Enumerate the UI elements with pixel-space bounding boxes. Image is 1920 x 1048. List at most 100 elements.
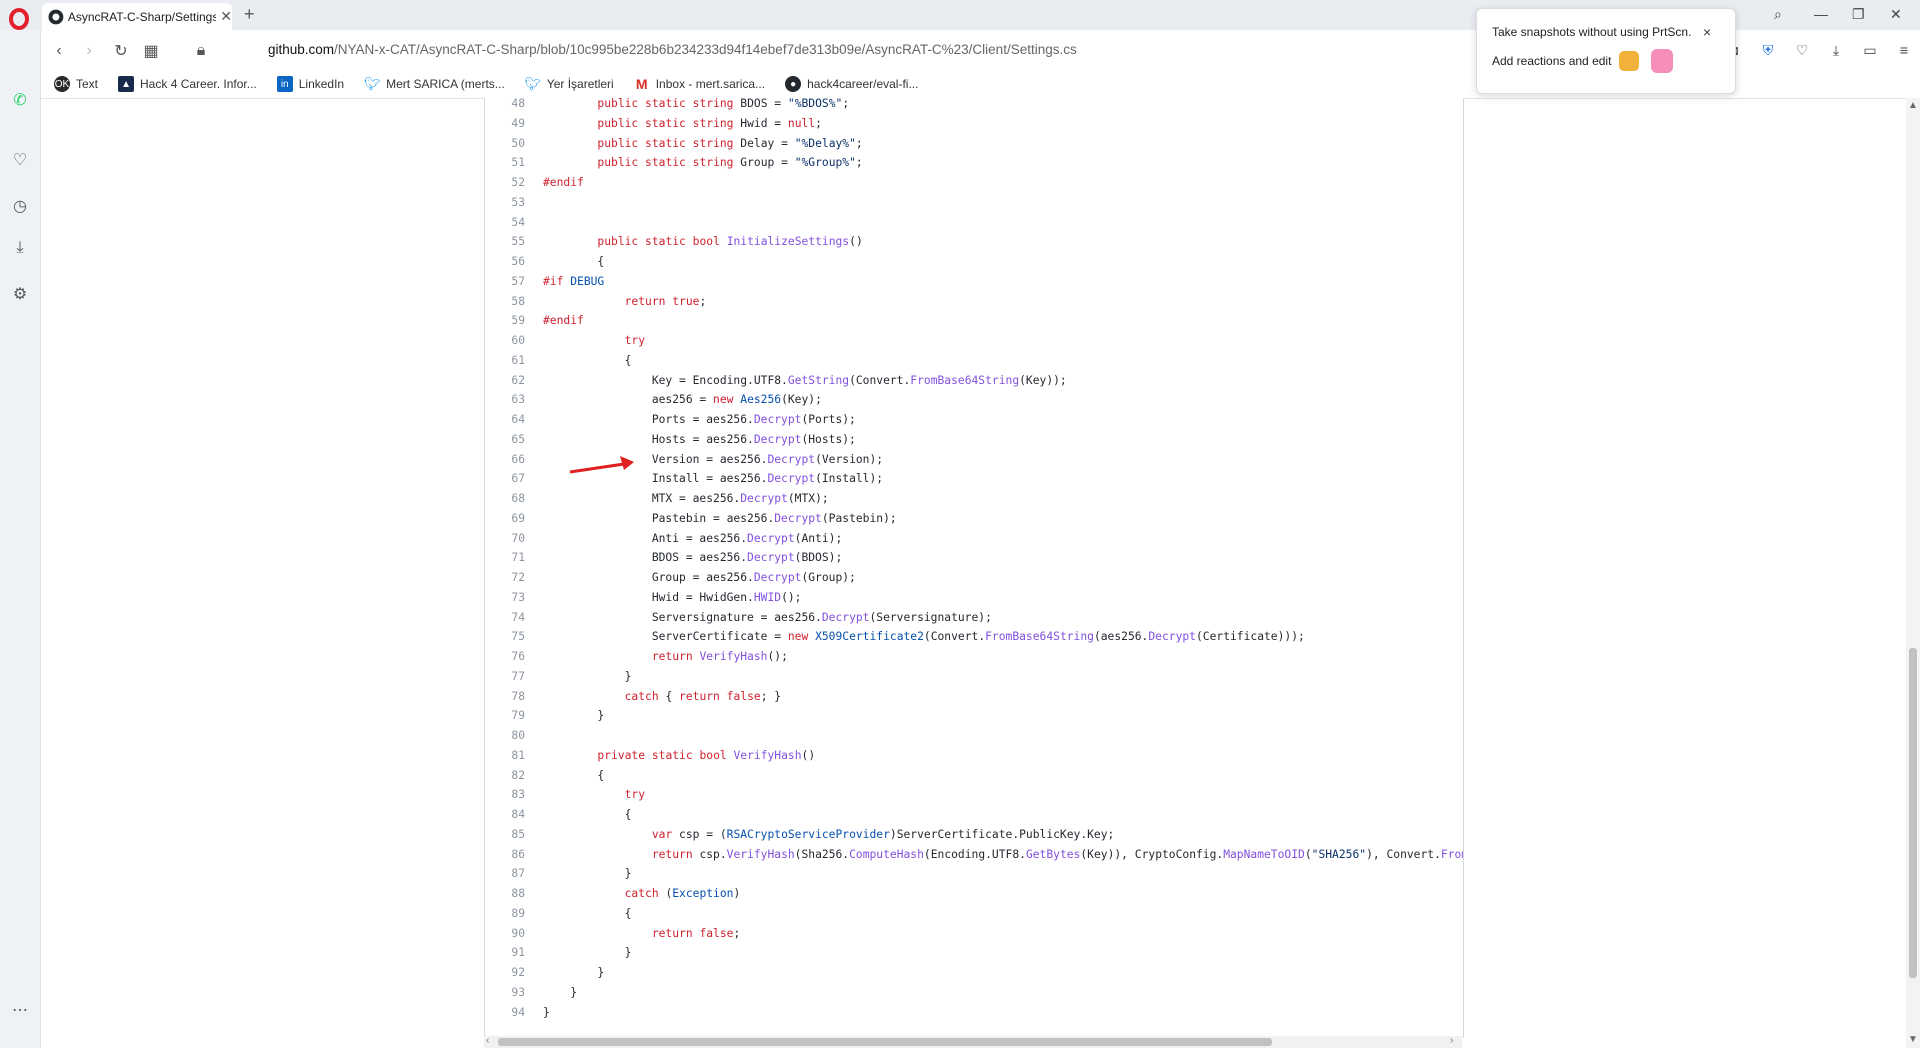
line-number[interactable]: 94	[485, 1003, 525, 1023]
code-line: 59 #endif	[485, 311, 1463, 331]
back-icon[interactable]: ‹	[48, 40, 70, 62]
code-text: {	[543, 906, 632, 920]
line-number[interactable]: 70	[485, 529, 525, 549]
line-number[interactable]: 64	[485, 410, 525, 430]
horizontal-scroll-thumb[interactable]	[498, 1038, 1272, 1046]
line-number[interactable]: 86	[485, 845, 525, 865]
line-number[interactable]: 66	[485, 450, 525, 470]
heart-icon[interactable]: ♡	[1792, 40, 1812, 60]
line-number[interactable]: 63	[485, 390, 525, 410]
search-icon[interactable]: ⌕	[1774, 6, 1782, 23]
code-text: public static bool InitializeSettings()	[597, 235, 863, 249]
line-number[interactable]: 87	[485, 864, 525, 884]
shield-icon[interactable]: ⛨	[1758, 40, 1778, 60]
line-number[interactable]: 76	[485, 647, 525, 667]
code-text: #endif	[543, 176, 584, 189]
line-number[interactable]: 65	[485, 430, 525, 450]
bookmark-item[interactable]: 🐦︎ Yer İşaretleri	[525, 76, 614, 92]
scroll-down-icon[interactable]: ▼	[1908, 1034, 1918, 1045]
history-icon[interactable]: ◷	[8, 194, 32, 218]
horizontal-scrollbar[interactable]: ‹ ›	[484, 1035, 1462, 1048]
bookmark-item[interactable]: M Inbox - mert.sarica...	[634, 76, 765, 92]
code-text: {	[543, 353, 632, 367]
code-line: 56 {	[485, 252, 1463, 272]
line-number[interactable]: 75	[485, 627, 525, 647]
close-toast-icon[interactable]: ×	[1703, 24, 1711, 40]
code-text: Hosts = aes256.Decrypt(Hosts);	[543, 432, 856, 446]
line-number[interactable]: 83	[485, 785, 525, 805]
tab-title: AsyncRAT-C-Sharp/Settings.cs	[67, 9, 217, 24]
line-number[interactable]: 85	[485, 825, 525, 845]
line-number[interactable]: 92	[485, 963, 525, 983]
line-number[interactable]: 77	[485, 667, 525, 687]
close-window-icon[interactable]: ✕	[1890, 6, 1902, 23]
new-tab-icon[interactable]: +	[244, 4, 255, 25]
vertical-scrollbar[interactable]: ▲ ▼	[1906, 98, 1920, 1048]
line-number[interactable]: 90	[485, 924, 525, 944]
line-number[interactable]: 74	[485, 608, 525, 628]
hack4career-icon: ▲	[118, 76, 135, 92]
code-text: }	[543, 985, 578, 999]
line-number[interactable]: 82	[485, 766, 525, 786]
toast-line2: Add reactions and edit	[1492, 54, 1612, 68]
reload-icon[interactable]: ↻	[110, 40, 132, 62]
restore-icon[interactable]: ❐	[1852, 6, 1865, 23]
line-number[interactable]: 93	[485, 983, 525, 1003]
line-number[interactable]: 48	[485, 98, 525, 114]
line-number[interactable]: 60	[485, 331, 525, 351]
lock-icon[interactable]: 🔒︎	[190, 40, 212, 62]
scroll-right-icon[interactable]: ›	[1450, 1035, 1453, 1046]
scroll-up-icon[interactable]: ▲	[1908, 100, 1918, 111]
line-number[interactable]: 89	[485, 904, 525, 924]
battery-icon[interactable]: ▭	[1860, 40, 1880, 60]
bookmark-item[interactable]: in LinkedIn	[276, 76, 344, 92]
line-number[interactable]: 59	[485, 311, 525, 331]
line-number[interactable]: 80	[485, 726, 525, 746]
line-number[interactable]: 78	[485, 687, 525, 707]
tabs-grid-icon[interactable]: ▦	[140, 40, 162, 62]
line-number[interactable]: 57	[485, 272, 525, 292]
line-number[interactable]: 49	[485, 114, 525, 134]
opera-logo-icon[interactable]	[8, 8, 30, 30]
vertical-scroll-thumb[interactable]	[1909, 648, 1917, 978]
forward-icon[interactable]: ›	[78, 40, 100, 62]
line-number[interactable]: 56	[485, 252, 525, 272]
heart-icon[interactable]: ♡	[8, 148, 32, 172]
download-icon[interactable]: ⤓	[8, 236, 32, 260]
download-icon[interactable]: ⤓	[1826, 40, 1846, 60]
line-number[interactable]: 53	[485, 193, 525, 213]
tab-active[interactable]: AsyncRAT-C-Sharp/Settings.cs ✕	[42, 3, 232, 30]
line-number[interactable]: 68	[485, 489, 525, 509]
line-number[interactable]: 81	[485, 746, 525, 766]
line-number[interactable]: 61	[485, 351, 525, 371]
url-field[interactable]: github.com/NYAN-x-CAT/AsyncRAT-C-Sharp/b…	[268, 42, 1077, 57]
line-number[interactable]: 72	[485, 568, 525, 588]
line-number[interactable]: 79	[485, 706, 525, 726]
line-number[interactable]: 62	[485, 371, 525, 391]
line-number[interactable]: 69	[485, 509, 525, 529]
line-number[interactable]: 88	[485, 884, 525, 904]
line-number[interactable]: 67	[485, 469, 525, 489]
line-number[interactable]: 54	[485, 213, 525, 233]
line-number[interactable]: 91	[485, 943, 525, 963]
settings-gear-icon[interactable]: ⚙	[8, 282, 32, 306]
minimize-icon[interactable]: —	[1814, 6, 1828, 22]
code-text: {	[543, 808, 632, 821]
line-number[interactable]: 73	[485, 588, 525, 608]
line-number[interactable]: 50	[485, 134, 525, 154]
bookmark-item[interactable]: OK Text	[54, 76, 98, 92]
menu-icon[interactable]: ≡	[1894, 40, 1914, 60]
line-number[interactable]: 84	[485, 805, 525, 825]
line-number[interactable]: 71	[485, 548, 525, 568]
whatsapp-icon[interactable]: ✆	[8, 88, 32, 112]
bookmark-item[interactable]: ▲ Hack 4 Career. Infor...	[118, 76, 257, 92]
more-icon[interactable]: ⋯	[8, 998, 32, 1022]
bookmark-item[interactable]: ● hack4career/eval-fi...	[785, 76, 918, 92]
line-number[interactable]: 51	[485, 153, 525, 173]
scroll-left-icon[interactable]: ‹	[486, 1035, 489, 1046]
line-number[interactable]: 52	[485, 173, 525, 193]
line-number[interactable]: 55	[485, 232, 525, 252]
close-tab-icon[interactable]: ✕	[220, 8, 232, 25]
bookmark-item[interactable]: 🐦︎ Mert SARICA (merts...	[364, 76, 505, 92]
line-number[interactable]: 58	[485, 292, 525, 312]
